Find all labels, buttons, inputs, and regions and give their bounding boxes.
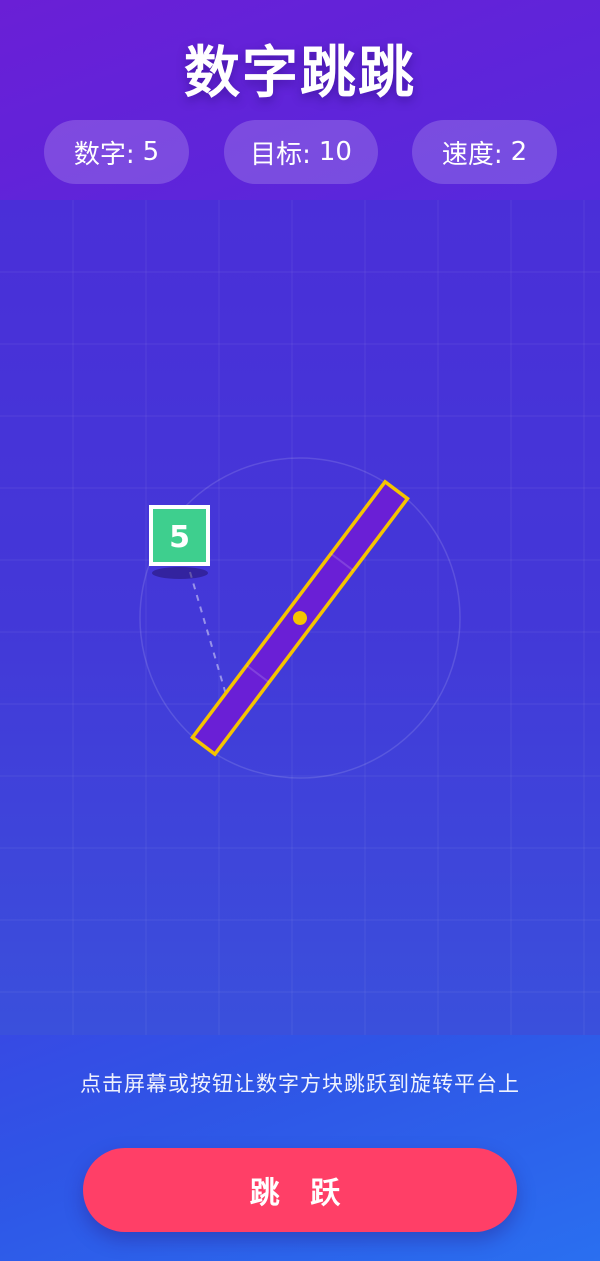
rotating-platform bbox=[190, 479, 410, 757]
number-stat: 数字: 5 bbox=[44, 120, 189, 184]
number-block-shadow bbox=[152, 567, 208, 579]
target-stat-label: 目标: bbox=[250, 139, 311, 170]
hint-text: 点击屏幕或按钮让数字方块跳跃到旋转平台上 bbox=[80, 1072, 520, 1096]
number-block: 5 bbox=[149, 505, 210, 566]
game-title: 数字跳跳 bbox=[184, 41, 416, 106]
target-stat-value: 10 bbox=[318, 137, 352, 167]
game-canvas[interactable]: 5 bbox=[0, 200, 600, 1035]
number-stat-value: 5 bbox=[142, 137, 160, 167]
game-area[interactable]: 5 bbox=[0, 200, 600, 1035]
header: 数字跳跳 数字: 5 目标: 10 速度: 2 bbox=[0, 0, 600, 200]
speed-stat: 速度: 2 bbox=[412, 120, 557, 184]
speed-stat-value: 2 bbox=[510, 137, 528, 167]
number-block-label: 5 bbox=[169, 520, 190, 555]
target-stat: 目标: 10 bbox=[224, 120, 378, 184]
number-stat-label: 数字: bbox=[73, 139, 135, 170]
speed-stat-label: 速度: bbox=[441, 139, 503, 170]
jump-button[interactable]: 跳 跃 bbox=[83, 1148, 517, 1232]
